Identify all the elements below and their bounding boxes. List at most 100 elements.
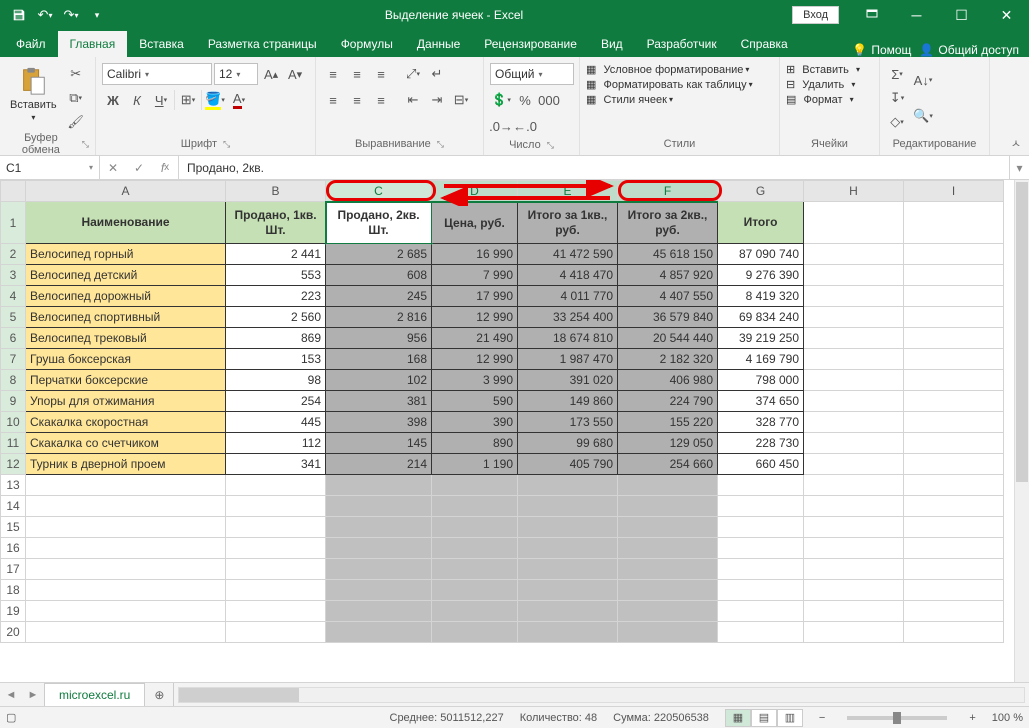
cell-A17[interactable]	[26, 559, 226, 580]
number-format-combo[interactable]: Общий▾	[490, 63, 574, 85]
cell-G4[interactable]: 8 419 320	[718, 286, 804, 307]
row-header-7[interactable]: 7	[1, 349, 26, 370]
cell-E19[interactable]	[518, 601, 618, 622]
cell-G15[interactable]	[718, 517, 804, 538]
cell-C18[interactable]	[326, 580, 432, 601]
sheet-nav-prev[interactable]: ◄	[0, 683, 22, 706]
fill-color-button[interactable]: 🪣▾	[204, 89, 226, 111]
cell-E12[interactable]: 405 790	[518, 454, 618, 475]
cell-B8[interactable]: 98	[226, 370, 326, 391]
decrease-indent-icon[interactable]: ⇤	[402, 89, 424, 111]
orientation-icon[interactable]: ⤢▾	[402, 63, 424, 85]
row-header-6[interactable]: 6	[1, 328, 26, 349]
cell-D20[interactable]	[432, 622, 518, 643]
share-button[interactable]: 👤Общий доступ	[919, 43, 1019, 57]
cell-A16[interactable]	[26, 538, 226, 559]
cell-E17[interactable]	[518, 559, 618, 580]
cell-A5[interactable]: Велосипед спортивный	[26, 307, 226, 328]
cell-B10[interactable]: 445	[226, 412, 326, 433]
column-header-A[interactable]: A	[26, 181, 226, 202]
cell-H15[interactable]	[804, 517, 904, 538]
cell-F9[interactable]: 224 790	[618, 391, 718, 412]
worksheet-grid[interactable]: ABCDEFGHI1НаименованиеПродано, 1кв. Шт.П…	[0, 180, 1029, 682]
align-launcher[interactable]: ⤡	[437, 139, 444, 150]
cell-B19[interactable]	[226, 601, 326, 622]
cell-H10[interactable]	[804, 412, 904, 433]
cell-A8[interactable]: Перчатки боксерские	[26, 370, 226, 391]
cell-F1[interactable]: Итого за 2кв., руб.	[618, 202, 718, 244]
cell-G11[interactable]: 228 730	[718, 433, 804, 454]
cell-C11[interactable]: 145	[326, 433, 432, 454]
cell-A1[interactable]: Наименование	[26, 202, 226, 244]
cell-B18[interactable]	[226, 580, 326, 601]
number-launcher[interactable]: ⤡	[547, 140, 554, 151]
save-icon[interactable]	[8, 4, 30, 26]
cell-B20[interactable]	[226, 622, 326, 643]
merge-cells-icon[interactable]: ⊟▾	[450, 89, 472, 111]
cell-G8[interactable]: 798 000	[718, 370, 804, 391]
cell-C3[interactable]: 608	[326, 265, 432, 286]
vertical-scrollbar[interactable]	[1014, 180, 1029, 682]
cell-E11[interactable]: 99 680	[518, 433, 618, 454]
cell-I2[interactable]	[904, 244, 1004, 265]
font-launcher[interactable]: ⤡	[223, 139, 230, 150]
cell-C16[interactable]	[326, 538, 432, 559]
cell-D2[interactable]: 16 990	[432, 244, 518, 265]
copy-icon[interactable]: ⧉▾	[65, 87, 87, 109]
cell-F7[interactable]: 2 182 320	[618, 349, 718, 370]
cell-I19[interactable]	[904, 601, 1004, 622]
delete-cells-button[interactable]: ⊟ Удалить ▾	[786, 78, 860, 91]
cell-C1[interactable]: Продано, 2кв. Шт.	[326, 202, 432, 244]
cell-H7[interactable]	[804, 349, 904, 370]
cell-G20[interactable]	[718, 622, 804, 643]
name-box[interactable]: C1▾	[0, 156, 100, 179]
cell-D17[interactable]	[432, 559, 518, 580]
cell-A9[interactable]: Упоры для отжимания	[26, 391, 226, 412]
zoom-in-button[interactable]: +	[969, 712, 975, 724]
cell-A19[interactable]	[26, 601, 226, 622]
cell-B14[interactable]	[226, 496, 326, 517]
percent-icon[interactable]: %	[514, 89, 536, 111]
cell-E10[interactable]: 173 550	[518, 412, 618, 433]
cell-F6[interactable]: 20 544 440	[618, 328, 718, 349]
cell-H12[interactable]	[804, 454, 904, 475]
cell-E9[interactable]: 149 860	[518, 391, 618, 412]
cell-E6[interactable]: 18 674 810	[518, 328, 618, 349]
cell-D9[interactable]: 590	[432, 391, 518, 412]
sign-in-button[interactable]: Вход	[792, 6, 839, 24]
cell-H3[interactable]	[804, 265, 904, 286]
cell-I8[interactable]	[904, 370, 1004, 391]
cell-H6[interactable]	[804, 328, 904, 349]
font-name-combo[interactable]: Calibri▾	[102, 63, 212, 85]
cell-D6[interactable]: 21 490	[432, 328, 518, 349]
cell-H20[interactable]	[804, 622, 904, 643]
cell-D8[interactable]: 3 990	[432, 370, 518, 391]
underline-button[interactable]: Ч▾	[150, 89, 172, 111]
cell-I7[interactable]	[904, 349, 1004, 370]
cell-B7[interactable]: 153	[226, 349, 326, 370]
cell-A3[interactable]: Велосипед детский	[26, 265, 226, 286]
cell-G9[interactable]: 374 650	[718, 391, 804, 412]
cell-E5[interactable]: 33 254 400	[518, 307, 618, 328]
cell-I14[interactable]	[904, 496, 1004, 517]
cell-A18[interactable]	[26, 580, 226, 601]
tab-home[interactable]: Главная	[58, 31, 128, 57]
cell-G14[interactable]	[718, 496, 804, 517]
cell-H9[interactable]	[804, 391, 904, 412]
cell-I17[interactable]	[904, 559, 1004, 580]
cell-I18[interactable]	[904, 580, 1004, 601]
cell-E3[interactable]: 4 418 470	[518, 265, 618, 286]
cell-C9[interactable]: 381	[326, 391, 432, 412]
cell-F3[interactable]: 4 857 920	[618, 265, 718, 286]
column-header-E[interactable]: E	[518, 181, 618, 202]
format-as-table-button[interactable]: ▦ Форматировать как таблицу▾	[586, 78, 753, 91]
cell-D12[interactable]: 1 190	[432, 454, 518, 475]
cell-F14[interactable]	[618, 496, 718, 517]
row-header-3[interactable]: 3	[1, 265, 26, 286]
cell-H1[interactable]	[804, 202, 904, 244]
cell-I10[interactable]	[904, 412, 1004, 433]
cell-B2[interactable]: 2 441	[226, 244, 326, 265]
cell-I4[interactable]	[904, 286, 1004, 307]
cell-I3[interactable]	[904, 265, 1004, 286]
cell-H17[interactable]	[804, 559, 904, 580]
